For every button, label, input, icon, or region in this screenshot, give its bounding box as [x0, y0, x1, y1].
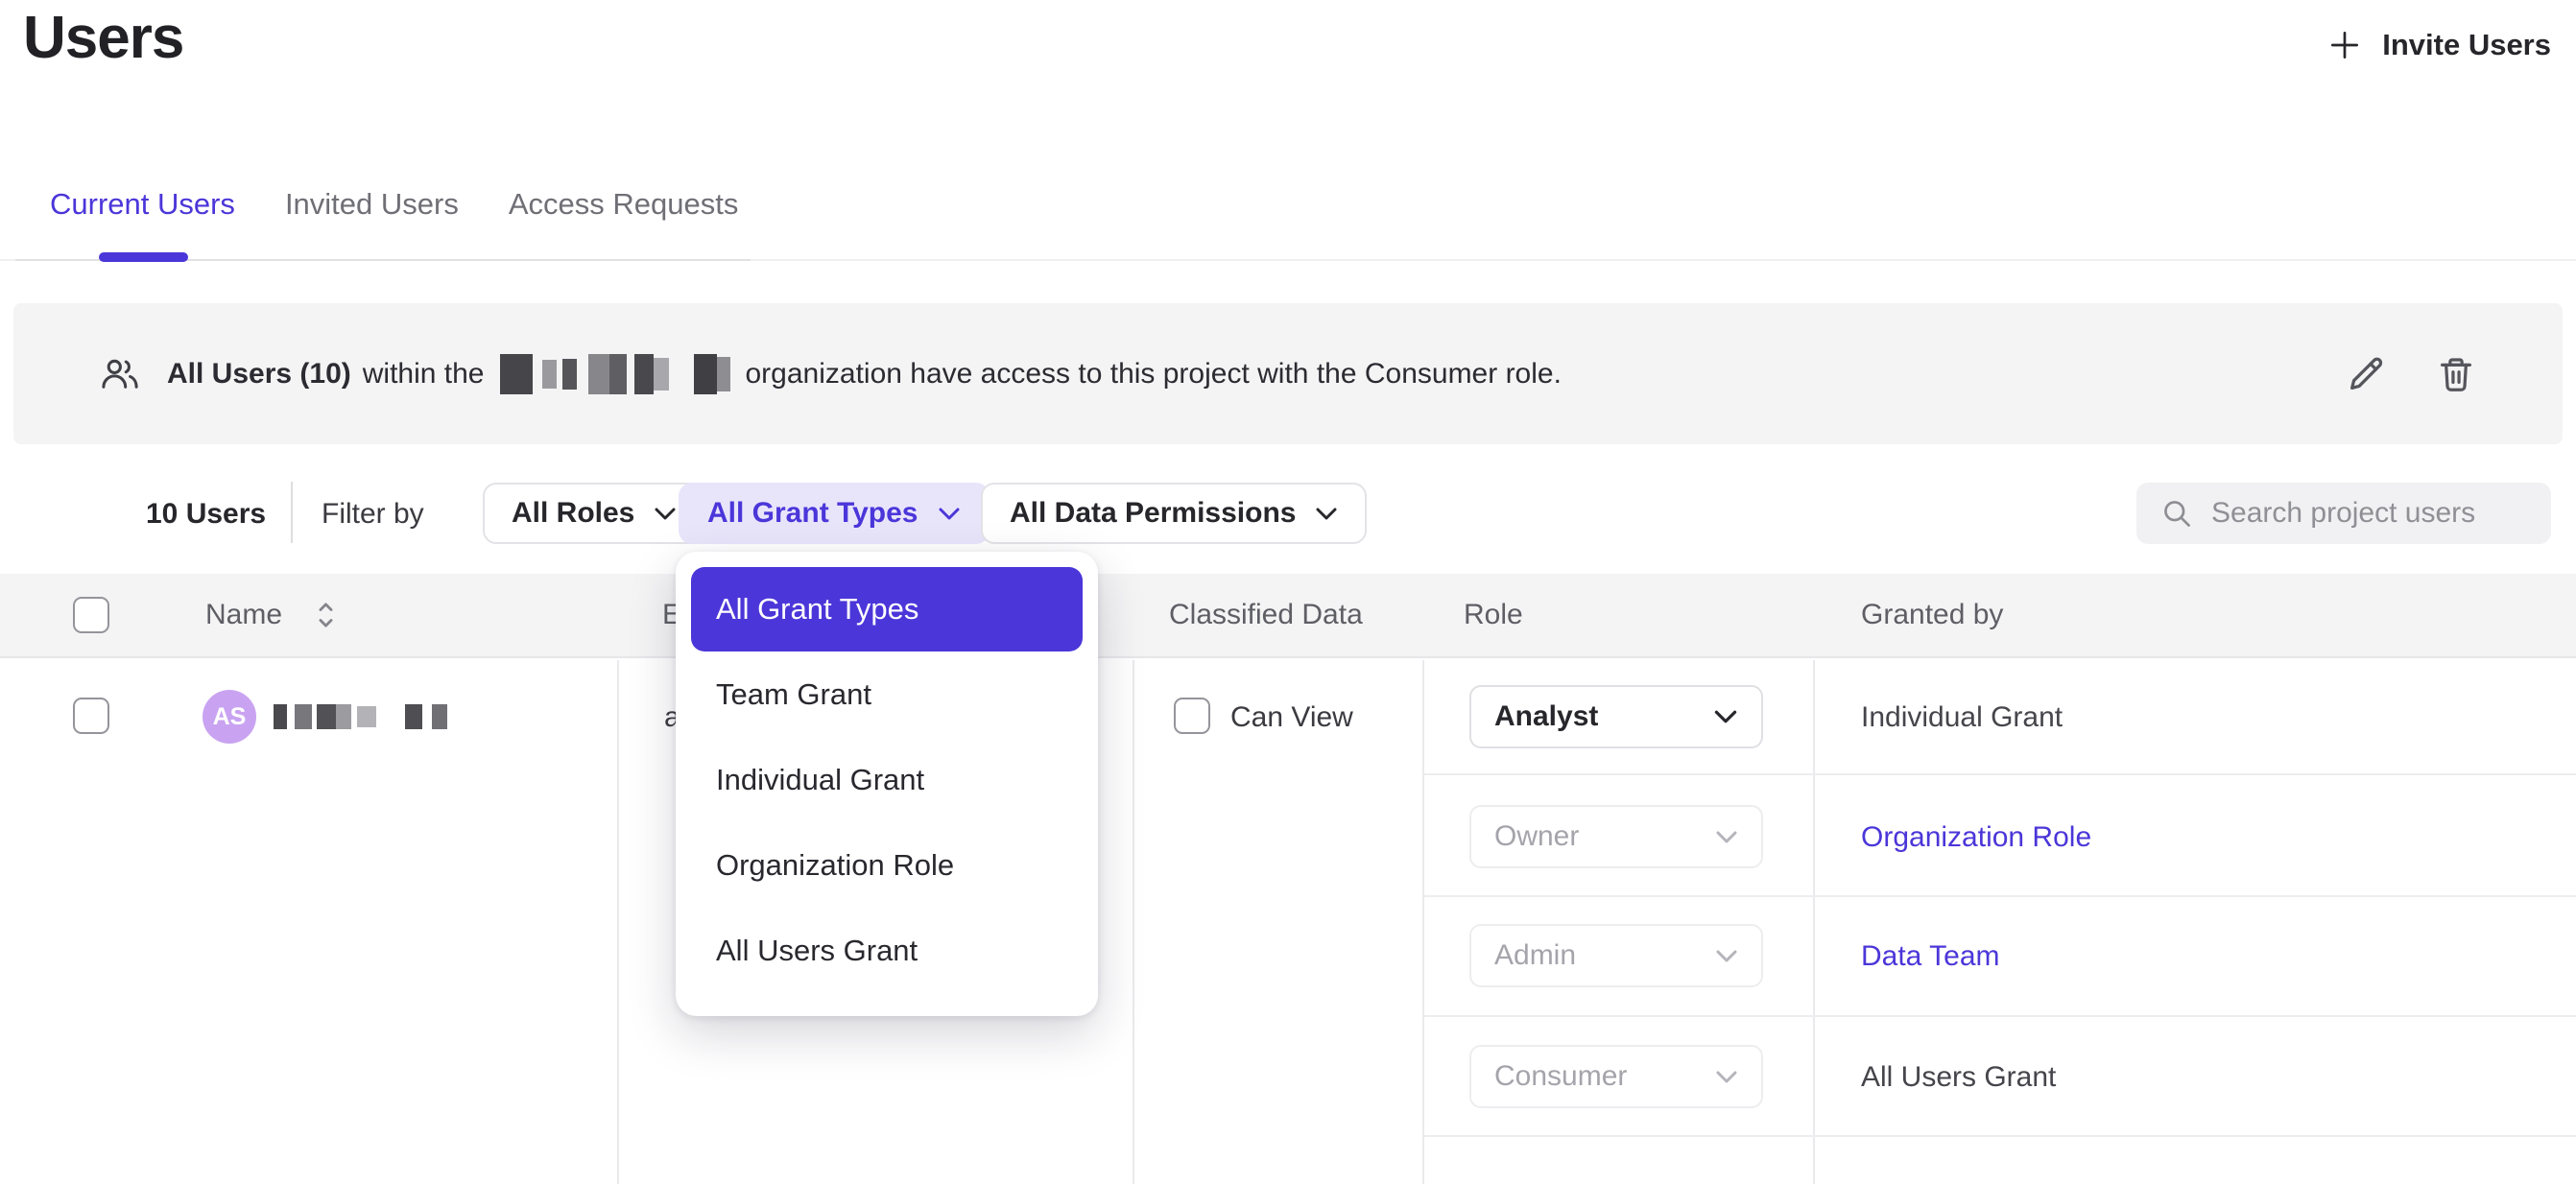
- tab-access-requests[interactable]: Access Requests: [509, 187, 739, 222]
- menu-item-organization-role[interactable]: Organization Role: [691, 822, 1083, 908]
- column-header-name: Name: [205, 599, 282, 631]
- role-select-value: Admin: [1494, 939, 1576, 972]
- filter-all-roles-button[interactable]: All Roles: [483, 483, 705, 544]
- redacted-organization-name: [500, 354, 730, 394]
- pencil-icon: [2344, 352, 2388, 396]
- grant-row-divider: [1422, 1135, 2576, 1137]
- filter-divider: [291, 482, 293, 543]
- menu-item-team-grant[interactable]: Team Grant: [691, 651, 1083, 737]
- table-header: Name Email Classified Data Role Granted …: [0, 574, 2576, 658]
- role-select-value: Analyst: [1494, 700, 1598, 733]
- chevron-down-icon: [654, 507, 677, 521]
- invite-users-label: Invite Users: [2382, 28, 2551, 62]
- chevron-down-icon: [1315, 507, 1338, 521]
- chevron-down-icon: [938, 507, 961, 521]
- search-field: [2136, 483, 2551, 544]
- tab-current-users[interactable]: Current Users: [50, 187, 235, 222]
- granted-by-organization-role-link[interactable]: Organization Role: [1861, 821, 2091, 854]
- edit-all-users-button[interactable]: [2344, 352, 2388, 396]
- search-icon: [2159, 496, 2194, 535]
- banner-bold-text: All Users (10): [167, 358, 351, 391]
- role-select-owner: Owner: [1469, 805, 1763, 868]
- granted-by-individual-grant: Individual Grant: [1861, 701, 2063, 734]
- delete-all-users-button[interactable]: [2434, 352, 2478, 396]
- filter-all-data-permissions-button[interactable]: All Data Permissions: [981, 483, 1367, 544]
- tab-invited-users[interactable]: Invited Users: [285, 187, 459, 222]
- column-divider: [1422, 660, 1424, 1184]
- column-divider: [1133, 660, 1134, 1184]
- select-all-checkbox[interactable]: [73, 597, 109, 633]
- sort-icon: [317, 600, 335, 630]
- role-select-admin: Admin: [1469, 924, 1763, 987]
- menu-item-all-users-grant[interactable]: All Users Grant: [691, 908, 1083, 993]
- row-checkbox[interactable]: [73, 698, 109, 734]
- granted-by-data-team-link[interactable]: Data Team: [1861, 940, 2000, 973]
- filter-by-label: Filter by: [322, 498, 424, 531]
- trash-icon: [2434, 352, 2478, 396]
- search-input[interactable]: [2136, 483, 2551, 544]
- column-header-role: Role: [1464, 599, 1523, 631]
- banner-text-after: organization have access to this project…: [746, 358, 1562, 391]
- column-divider: [1813, 660, 1815, 1184]
- role-select-value: Consumer: [1494, 1060, 1627, 1093]
- all-users-banner: All Users (10) within the organization h…: [13, 303, 2563, 444]
- column-header-classified-data: Classified Data: [1169, 599, 1363, 631]
- granted-by-all-users-grant: All Users Grant: [1861, 1061, 2056, 1094]
- tab-bar: Current Users Invited Users Access Reque…: [50, 187, 738, 222]
- can-view-label: Can View: [1230, 701, 1353, 734]
- classified-can-view-checkbox[interactable]: [1174, 698, 1210, 734]
- name-sort-button[interactable]: [317, 600, 335, 630]
- plus-icon: [2326, 27, 2363, 63]
- role-select-value: Owner: [1494, 820, 1579, 853]
- banner-text: All Users (10) within the organization h…: [167, 354, 1562, 394]
- users-page: Users Invite Users Current Users Invited…: [0, 0, 2576, 1184]
- menu-item-individual-grant[interactable]: Individual Grant: [691, 737, 1083, 822]
- grant-row-divider: [1422, 895, 2576, 897]
- menu-item-all-grant-types[interactable]: All Grant Types: [691, 567, 1083, 651]
- grant-type-menu: All Grant Types Team Grant Individual Gr…: [676, 552, 1098, 1016]
- user-count: 10 Users: [146, 498, 266, 531]
- chevron-down-icon: [1713, 709, 1738, 724]
- role-select-consumer: Consumer: [1469, 1045, 1763, 1108]
- page-title: Users: [23, 4, 183, 72]
- invite-users-button[interactable]: Invite Users: [2326, 27, 2551, 63]
- column-divider: [617, 660, 619, 1184]
- people-icon: [98, 356, 142, 392]
- chevron-down-icon: [1715, 949, 1738, 963]
- filter-all-roles-label: All Roles: [512, 497, 634, 530]
- grant-row-divider: [1422, 773, 2576, 775]
- avatar: AS: [203, 690, 256, 744]
- role-select-analyst[interactable]: Analyst: [1469, 685, 1763, 748]
- redacted-user-name: [274, 704, 447, 729]
- active-tab-indicator: [99, 252, 188, 262]
- banner-text-before: within the: [363, 358, 485, 391]
- grant-row-divider: [1422, 1015, 2576, 1017]
- filter-all-data-permissions-label: All Data Permissions: [1010, 497, 1296, 530]
- chevron-down-icon: [1715, 1070, 1738, 1084]
- column-header-granted-by: Granted by: [1861, 599, 2003, 631]
- filter-all-grant-types-button[interactable]: All Grant Types: [679, 483, 990, 544]
- filter-all-grant-types-label: All Grant Types: [707, 497, 918, 530]
- chevron-down-icon: [1715, 830, 1738, 844]
